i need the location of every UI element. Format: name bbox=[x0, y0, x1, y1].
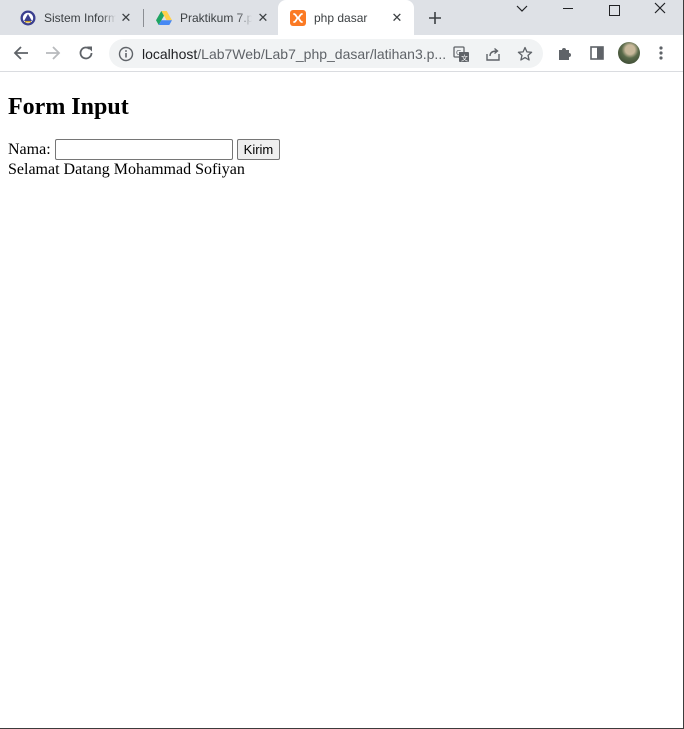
close-icon bbox=[654, 2, 666, 14]
side-panel-icon bbox=[590, 46, 604, 60]
tab-title: Praktikum 7.p bbox=[180, 10, 252, 25]
tab-php-dasar[interactable]: php dasar ✕ bbox=[278, 0, 414, 35]
arrow-right-icon bbox=[46, 46, 61, 60]
forward-button[interactable] bbox=[41, 41, 65, 65]
maximize-button[interactable] bbox=[591, 1, 637, 19]
minimize-icon bbox=[563, 8, 573, 9]
tab-search-button[interactable] bbox=[499, 0, 545, 18]
bookmark-button[interactable] bbox=[516, 45, 534, 63]
translate-icon: G 文 bbox=[452, 45, 469, 62]
star-icon bbox=[517, 46, 533, 61]
tab-title: Sistem Inform bbox=[44, 10, 116, 25]
google-drive-icon bbox=[156, 10, 172, 26]
reload-button[interactable] bbox=[74, 41, 98, 65]
extensions-button[interactable] bbox=[553, 41, 577, 65]
name-label: Nama: bbox=[8, 141, 51, 158]
info-icon[interactable] bbox=[118, 46, 134, 62]
greeting-text: Selamat Datang Mohammad Sofiyan bbox=[8, 161, 245, 178]
svg-text:文: 文 bbox=[461, 53, 468, 62]
browser-window: Sistem Inform ✕ Praktikum 7.p ✕ php dasa… bbox=[0, 0, 684, 729]
translate-button[interactable]: G 文 bbox=[452, 45, 470, 63]
plus-icon bbox=[429, 12, 441, 24]
page-viewport: Form Input Nama: Kirim Selamat Datang Mo… bbox=[0, 73, 683, 728]
profile-avatar[interactable] bbox=[618, 42, 640, 64]
xampp-icon bbox=[290, 9, 306, 26]
tab-sistem-informasi[interactable]: Sistem Inform ✕ bbox=[0, 0, 143, 35]
more-vertical-icon bbox=[659, 46, 663, 60]
puzzle-icon bbox=[559, 48, 571, 60]
arrow-left-icon bbox=[13, 46, 28, 60]
window-close-button[interactable] bbox=[637, 0, 683, 17]
url-path: /Lab7Web/Lab7_php_dasar/latihan3.p... bbox=[197, 46, 447, 62]
university-logo-icon bbox=[20, 10, 36, 26]
url-host: localhost bbox=[142, 46, 198, 62]
name-form: Nama: Kirim bbox=[8, 139, 281, 160]
tab-title: php dasar bbox=[314, 10, 368, 25]
new-tab-button[interactable] bbox=[425, 8, 445, 28]
close-icon[interactable]: ✕ bbox=[390, 11, 404, 25]
menu-button[interactable] bbox=[649, 41, 673, 65]
close-icon[interactable]: ✕ bbox=[119, 11, 133, 25]
address-bar[interactable]: localhost/Lab7Web/Lab7_php_dasar/latihan… bbox=[109, 39, 543, 68]
url-text: localhost/Lab7Web/Lab7_php_dasar/latihan… bbox=[142, 46, 452, 62]
share-icon bbox=[486, 47, 500, 61]
tab-strip: Sistem Inform ✕ Praktikum 7.p ✕ php dasa… bbox=[0, 0, 683, 35]
back-button[interactable] bbox=[9, 41, 33, 65]
browser-toolbar: localhost/Lab7Web/Lab7_php_dasar/latihan… bbox=[0, 35, 683, 72]
close-icon[interactable]: ✕ bbox=[256, 11, 270, 25]
name-input[interactable] bbox=[54, 139, 233, 160]
chevron-down-icon bbox=[516, 5, 528, 12]
submit-button[interactable]: Kirim bbox=[236, 139, 281, 160]
side-panel-button[interactable] bbox=[585, 41, 609, 65]
tab-praktikum[interactable]: Praktikum 7.p ✕ bbox=[143, 0, 278, 35]
page-title: Form Input bbox=[8, 94, 129, 120]
maximize-icon bbox=[608, 4, 620, 16]
share-button[interactable] bbox=[484, 45, 502, 63]
minimize-button[interactable] bbox=[545, 0, 591, 18]
reload-icon bbox=[79, 46, 93, 60]
